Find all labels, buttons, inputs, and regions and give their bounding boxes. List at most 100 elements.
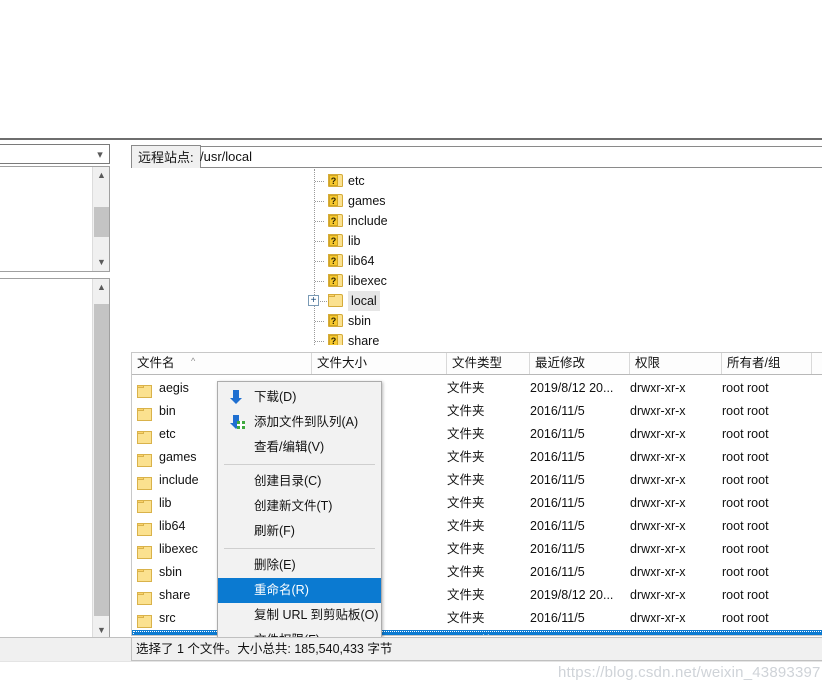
tree-item-label: lib: [348, 234, 361, 248]
file-owner-cell: root root: [722, 519, 769, 533]
column-header-name[interactable]: 文件名 ^: [132, 353, 312, 374]
context-menu-item-label: 查看/编辑(V): [254, 440, 325, 454]
file-permissions-cell: drwxr-xr-x: [630, 565, 686, 579]
column-header-modified[interactable]: 最近修改: [530, 353, 630, 374]
scrollbar-thumb[interactable]: [94, 207, 109, 237]
tree-item-label: share: [348, 334, 380, 346]
file-permissions-cell: drwxr-xr-x: [630, 404, 686, 418]
context-menu-item-label: 添加文件到队列(A): [254, 415, 359, 429]
context-menu-item[interactable]: 重命名(R): [218, 578, 381, 603]
file-modified-cell: 2016/11/5: [530, 542, 585, 556]
expand-plus-icon[interactable]: +: [308, 295, 319, 306]
file-name-label: lib64: [159, 519, 186, 533]
scroll-down-icon[interactable]: ▼: [93, 254, 110, 271]
blank-top-area: [0, 0, 822, 140]
file-name-label: etc: [159, 427, 176, 441]
context-menu-item[interactable]: 创建目录(C): [218, 469, 381, 494]
file-permissions-cell: drwxr-xr-x: [630, 427, 686, 441]
context-menu-item[interactable]: 下载(D): [218, 385, 381, 410]
context-menu-item-label: 删除(E): [254, 558, 296, 572]
column-header-size[interactable]: 文件大小: [312, 353, 447, 374]
context-menu-item-label: 创建目录(C): [254, 474, 322, 488]
file-name-label: aegis: [159, 381, 189, 395]
local-tree-scrollbar[interactable]: ▲ ▼: [92, 167, 109, 271]
file-name-cell: games: [137, 450, 197, 467]
file-name-label: src: [159, 611, 176, 625]
file-type-cell: 文件夹: [447, 404, 485, 418]
context-menu-item[interactable]: 添加文件到队列(A): [218, 410, 381, 435]
context-menu-item[interactable]: 刷新(F): [218, 519, 381, 544]
file-owner-cell: root root: [722, 611, 769, 625]
status-bar-text: 选择了 1 个文件。大小总共: 185,540,433 字节: [136, 642, 393, 656]
file-name-label: libexec: [159, 542, 198, 556]
folder-icon: [137, 592, 153, 606]
folder-unknown-icon: ?: [328, 214, 344, 228]
file-permissions-cell: drwxr-xr-x: [630, 496, 686, 510]
folder-unknown-icon: ?: [328, 274, 344, 288]
tree-connector: [315, 181, 324, 183]
file-type-cell: 文件夹: [447, 381, 485, 395]
file-name-cell: include: [137, 473, 199, 490]
tree-connector: [315, 261, 324, 263]
download-arrow-icon: [229, 390, 244, 405]
file-name-cell: share: [137, 588, 191, 606]
context-menu-separator: [224, 548, 375, 549]
file-owner-cell: root root: [722, 496, 769, 510]
column-header-owner-label: 所有者/组: [727, 356, 781, 370]
context-menu-item-label: 重命名(R): [254, 583, 309, 597]
column-header-type[interactable]: 文件类型: [447, 353, 530, 374]
local-site-combo[interactable]: ▾: [0, 144, 110, 164]
file-type-cell: 文件夹: [447, 611, 485, 625]
tree-item-label: libexec: [348, 274, 387, 288]
top-divider: [0, 138, 822, 140]
scroll-up-icon[interactable]: ▲: [93, 167, 110, 184]
context-menu-item[interactable]: 复制 URL 到剪贴板(O): [218, 603, 381, 628]
tree-connector: [315, 281, 324, 283]
context-menu-separator: [224, 464, 375, 465]
sort-ascending-caret-icon: ^: [191, 356, 196, 366]
folder-unknown-icon: ?: [328, 174, 344, 188]
tree-item-label: lib64: [348, 254, 375, 268]
tree-item-label: games: [348, 194, 386, 208]
status-bar-left-fill: [0, 637, 131, 661]
folder-icon: [137, 500, 153, 514]
column-header-owner[interactable]: 所有者/组: [722, 353, 812, 374]
file-owner-cell: root root: [722, 427, 769, 441]
folder-icon: [137, 546, 153, 560]
local-tree-panel[interactable]: ▲ ▼: [0, 166, 110, 272]
column-header-permissions-label: 权限: [635, 356, 661, 370]
file-name-cell: aegis: [137, 381, 189, 399]
context-menu-item[interactable]: 删除(E): [218, 553, 381, 578]
context-menu-item[interactable]: 创建新文件(T): [218, 494, 381, 519]
tree-item-label: sbin: [348, 314, 371, 328]
file-owner-cell: root root: [722, 588, 769, 602]
file-owner-cell: root root: [722, 450, 769, 464]
file-list-header: 文件名 ^ 文件大小 文件类型 最近修改 权限 所有者/组: [132, 353, 822, 375]
file-permissions-cell: drwxr-xr-x: [630, 381, 686, 395]
local-file-list-scrollbar[interactable]: ▲ ▼: [92, 279, 109, 639]
file-name-label: sbin: [159, 565, 182, 579]
chevron-down-icon: ▾: [97, 149, 103, 161]
scrollbar-thumb[interactable]: [94, 304, 109, 616]
file-name-label: share: [159, 588, 191, 602]
file-modified-cell: 2019/8/12 20...: [530, 588, 614, 602]
file-name-label: bin: [159, 404, 176, 418]
file-name-cell: src: [137, 611, 176, 628]
file-name-cell: libexec: [137, 542, 198, 560]
folder-icon: [137, 431, 153, 445]
file-permissions-cell: -rw-r--r--: [630, 630, 677, 635]
context-menu-item[interactable]: 查看/编辑(V): [218, 435, 381, 460]
remote-site-path-value[interactable]: /usr/local: [200, 146, 252, 168]
tree-connector: [315, 201, 324, 203]
file-permissions-cell: drwxr-xr-x: [630, 611, 686, 625]
file-context-menu[interactable]: 下载(D) 添加文件到队列(A) 查看/编辑(V) 创建目录(C) 创建新文件(T) 刷新…: [217, 381, 382, 657]
tree-item-label: local: [348, 291, 380, 311]
local-file-list-panel[interactable]: ▲ ▼: [0, 278, 110, 640]
remote-site-label: 远程站点:: [131, 145, 201, 169]
remote-directory-tree[interactable]: ? etc? games? include? lib? lib64? libexec + loc…: [131, 168, 822, 346]
folder-icon: [328, 294, 344, 308]
folder-icon: [137, 385, 153, 399]
column-header-permissions[interactable]: 权限: [630, 353, 722, 374]
add-to-queue-icon: [229, 415, 245, 430]
scroll-up-icon[interactable]: ▲: [93, 279, 110, 296]
